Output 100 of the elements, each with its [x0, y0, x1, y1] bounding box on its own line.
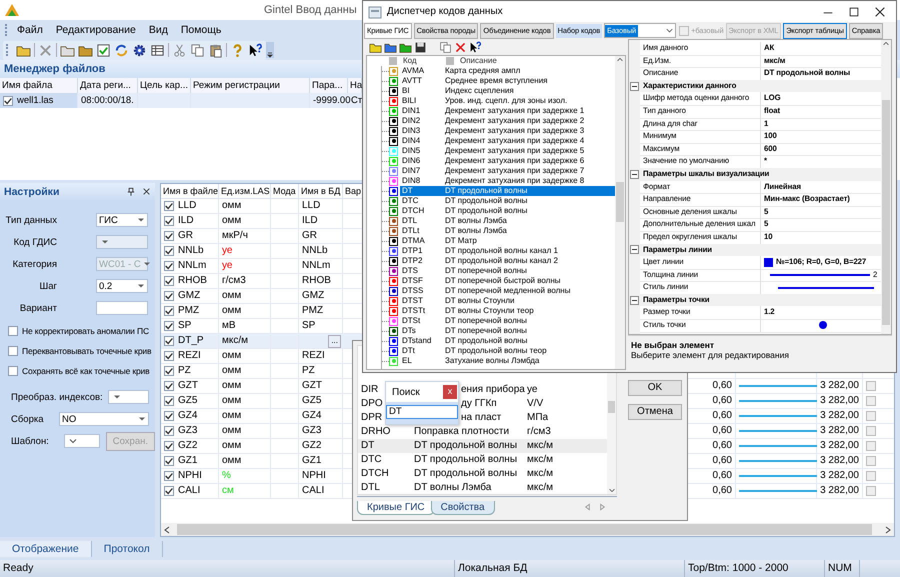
- help-pointer-icon[interactable]: [248, 42, 263, 58]
- scissors-icon[interactable]: [172, 42, 187, 58]
- column-header[interactable]: Пара...: [310, 78, 348, 93]
- paste-icon[interactable]: [208, 42, 223, 58]
- menu-item[interactable]: Файл: [12, 24, 48, 36]
- tree-item[interactable]: DTMA DT Матр: [367, 236, 615, 246]
- checkbox[interactable]: [164, 441, 174, 451]
- checkbox[interactable]: [164, 201, 174, 211]
- tree-item[interactable]: DTstand DT продольной волны: [367, 336, 615, 346]
- checkbox[interactable]: [164, 261, 174, 271]
- collapse-icon[interactable]: [630, 82, 639, 91]
- dropdown[interactable]: ГИС: [96, 213, 148, 227]
- column-header[interactable]: Имя в БД: [299, 184, 343, 199]
- tree-item[interactable]: DTP1 DT продольной волны канал 1: [367, 246, 615, 256]
- copy-icon[interactable]: [439, 40, 452, 54]
- checkbox[interactable]: [164, 396, 174, 406]
- scroll-up-icon[interactable]: [882, 40, 890, 48]
- checkbox[interactable]: [164, 456, 174, 466]
- tree-item[interactable]: AVMA Карта средняя ампл: [367, 66, 615, 76]
- selected-row[interactable]: DT DT продольной волны мкс/м: [358, 439, 607, 453]
- tree-item[interactable]: DIN2 Декремент затухания при задержке 2: [367, 116, 615, 126]
- tree-item[interactable]: DTLt DT волны Лэмба: [367, 226, 615, 236]
- checkbox[interactable]: [8, 366, 18, 376]
- menu-item[interactable]: Редактирование: [50, 24, 141, 36]
- input-field[interactable]: [96, 301, 148, 315]
- tree-item[interactable]: DIN5 Декремент затухания при задержке 5: [367, 146, 615, 156]
- tree-item[interactable]: DIN3 Декремент затухания при задержке 3: [367, 126, 615, 136]
- column-header[interactable]: На: [348, 78, 362, 93]
- tree-item[interactable]: DIN6 Декремент затухания при задержке 6: [367, 156, 615, 166]
- scrollbar-thumb[interactable]: [608, 401, 615, 413]
- checkbox[interactable]: [866, 411, 876, 421]
- checkbox[interactable]: [164, 366, 174, 376]
- close-icon[interactable]: [142, 187, 151, 196]
- tree-item[interactable]: DT DT продольной волны: [367, 186, 615, 196]
- tree-item[interactable]: EL Затухание волны Лэмбда: [367, 356, 615, 366]
- button[interactable]: OK: [628, 380, 682, 396]
- close-icon[interactable]: [874, 6, 886, 18]
- tree-item[interactable]: DTSS DT поперечной медленной волны: [367, 286, 615, 296]
- table-icon[interactable]: [150, 42, 165, 58]
- tab[interactable]: Протокол: [92, 540, 163, 556]
- overflow-chevron-icon[interactable]: [266, 42, 274, 58]
- column-header[interactable]: Дата реги...: [78, 78, 138, 93]
- checkbox[interactable]: [866, 426, 876, 436]
- dropdown[interactable]: 0.2: [96, 279, 148, 293]
- save-icon[interactable]: [414, 40, 427, 54]
- tree-item[interactable]: DTSTt DT волны Стоунли теор: [367, 306, 615, 316]
- tree-item[interactable]: DTs DT поперечной волны: [367, 326, 615, 336]
- tree-item[interactable]: DIN7 Декремент затухания при задержке 7: [367, 166, 615, 176]
- checkbox[interactable]: [8, 326, 18, 336]
- checkbox[interactable]: [164, 246, 174, 256]
- checkbox[interactable]: [866, 456, 876, 466]
- checklist-icon[interactable]: [96, 42, 111, 58]
- search-field[interactable]: DT: [386, 405, 458, 419]
- checkbox[interactable]: [164, 351, 174, 361]
- tree-item[interactable]: DTS DT поперечной волны: [367, 266, 615, 276]
- checkbox[interactable]: [866, 381, 876, 391]
- menu-item[interactable]: Помощь: [176, 24, 226, 36]
- checkbox[interactable]: [164, 231, 174, 241]
- scroll-up-icon[interactable]: [616, 56, 624, 64]
- copy-icon[interactable]: [190, 42, 205, 58]
- tree-item[interactable]: DIN4 Декремент затухания при задержке 4: [367, 136, 615, 146]
- scroll-down-icon[interactable]: [608, 486, 616, 494]
- collapse-icon[interactable]: [630, 296, 639, 305]
- tab[interactable]: Кривые ГИС: [357, 501, 435, 515]
- tree-item[interactable]: DTCH DT продольной волны: [367, 206, 615, 216]
- tree-item[interactable]: DIN1 Декремент затухания при задержке 1: [367, 106, 615, 116]
- checkbox[interactable]: [164, 336, 174, 346]
- edit-button[interactable]: ...: [328, 334, 341, 348]
- checkbox[interactable]: [164, 276, 174, 286]
- tree-item[interactable]: AVTT Среднее время вступления: [367, 76, 615, 86]
- checkbox[interactable]: [164, 291, 174, 301]
- checkbox[interactable]: [164, 486, 174, 496]
- checkbox[interactable]: [164, 426, 174, 436]
- tree-item[interactable]: DTSF DT поперечной быстрой волны: [367, 276, 615, 286]
- tree-item[interactable]: DTt DT продольной волны теор: [367, 346, 615, 356]
- checkbox[interactable]: [164, 381, 174, 391]
- delete-icon[interactable]: [454, 40, 467, 54]
- help-pointer-icon[interactable]: [469, 40, 482, 54]
- checkbox[interactable]: [164, 306, 174, 316]
- checkbox[interactable]: [164, 471, 174, 481]
- button[interactable]: Отмена: [628, 404, 682, 420]
- scrollbar-thumb[interactable]: [177, 524, 872, 535]
- checkbox[interactable]: [8, 346, 18, 356]
- checkbox[interactable]: [164, 321, 174, 331]
- column-header[interactable]: Цель кар...: [138, 78, 191, 93]
- collapse-icon[interactable]: [630, 245, 639, 254]
- menu-item[interactable]: Вид: [144, 24, 173, 36]
- checkbox[interactable]: [164, 411, 174, 421]
- pin-icon[interactable]: [126, 186, 136, 196]
- checkbox[interactable]: [866, 441, 876, 451]
- collapse-icon[interactable]: [630, 170, 639, 179]
- column-header[interactable]: Имя в файле: [161, 184, 219, 199]
- settings-icon[interactable]: [132, 42, 147, 58]
- maximize-icon[interactable]: [848, 6, 860, 18]
- tree-item[interactable]: DTC DT продольной волны: [367, 196, 615, 206]
- tab[interactable]: Отображение: [0, 540, 92, 556]
- tree-item[interactable]: DTSt DT поперечной волны: [367, 316, 615, 326]
- tree-item[interactable]: BILI Уров. инд. сцепл. для зоны изол.: [367, 96, 615, 106]
- column-header[interactable]: Режим регистрации: [191, 78, 310, 93]
- column-header[interactable]: Ед.изм.LAS: [219, 184, 271, 199]
